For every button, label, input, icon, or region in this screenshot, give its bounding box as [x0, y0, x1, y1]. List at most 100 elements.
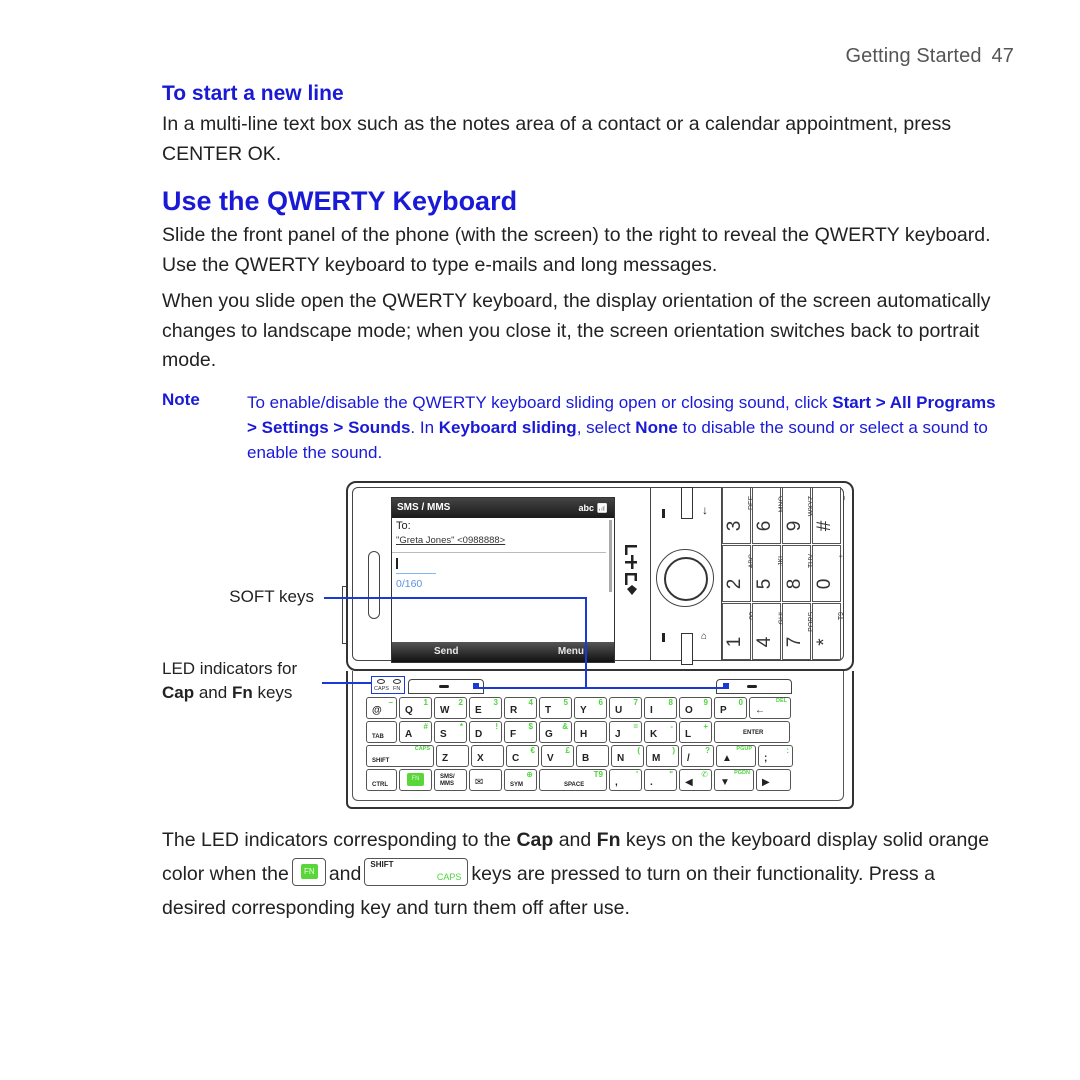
keyboard-key: ENTER [714, 721, 790, 743]
key-function-label: £ [565, 746, 570, 755]
key-function-label: 4 [528, 698, 533, 707]
keyboard-key: K- [644, 721, 677, 743]
key-main-label: D [475, 729, 483, 740]
numpad-digit: 0 [814, 578, 835, 590]
keyboard-key: F $ [504, 721, 537, 743]
fn-led-label: FN [393, 686, 401, 692]
numpad-key: 4GHI [752, 603, 785, 660]
numpad-key: 9WXYZ [782, 487, 815, 544]
keyboard-key: R4 [504, 697, 537, 719]
keyboard-key: Y6 [574, 697, 607, 719]
note-option-none: None [635, 418, 678, 437]
keyboard-key: @ – [366, 697, 397, 719]
key-function-label: PGUP [736, 746, 752, 752]
key-main-label: B [582, 753, 590, 764]
key-function-label: * [459, 722, 463, 731]
key-function-label: ! [495, 722, 498, 731]
fn-key-label: FN [300, 863, 318, 879]
numpad-key: 2ABC [722, 545, 755, 602]
key-function-label: # [423, 722, 428, 731]
shift-key-icon: SHIFT CAPS [364, 857, 469, 886]
softkey-bar: Send Menu [392, 642, 614, 662]
note-setting-name: Keyboard sliding [438, 418, 577, 437]
input-mode-indicator: abc 📶︎ [579, 498, 608, 518]
keyboard-key: , ' [609, 769, 642, 791]
keyboard-key: U7 [609, 697, 642, 719]
keyboard-key: . " [644, 769, 677, 791]
home-icon: ⌂ [701, 631, 708, 642]
callout-cap: Cap [162, 683, 195, 702]
key-function-label: 0 [738, 698, 743, 707]
fn-key-icon: FN [291, 857, 326, 886]
key-function-label: ? [705, 746, 710, 755]
numpad-letters: T9 [838, 612, 845, 621]
keyboard-key: P0 [714, 697, 747, 719]
key-main-label: K [650, 729, 658, 740]
key-function-label: ' [636, 770, 638, 779]
closing-fn: Fn [596, 829, 621, 851]
running-header: Getting Started 47 [846, 45, 1014, 68]
keyboard-key: ;: [758, 745, 793, 767]
keyboard-key: ← DEL [749, 697, 791, 719]
numpad-digit: * [814, 638, 835, 646]
numpad-letters: _ [838, 496, 845, 500]
signal-icon: 📶︎ [596, 503, 608, 513]
keyboard-key: A # [399, 721, 432, 743]
keyboard-key: M) [646, 745, 679, 767]
softkey-send: Send [434, 646, 459, 657]
key-main-label: G [545, 729, 553, 740]
center-ok-button [664, 557, 708, 601]
numpad-digit: 7 [784, 636, 805, 648]
keyboard-key: ▶ [756, 769, 791, 791]
fn-led [393, 679, 401, 684]
numpad-key: 3DEF [722, 487, 755, 544]
callout-text: keys [252, 683, 293, 702]
to-label: To: [396, 520, 411, 532]
key-main-label: C [512, 753, 520, 764]
key-main-label: Y [580, 705, 587, 716]
character-count: 0/160 [396, 578, 423, 590]
key-main-label: SPACE [564, 782, 585, 788]
keyboard-key: S * [434, 721, 467, 743]
keyboard-key: ▼ PGDN [714, 769, 754, 791]
numpad-letters: + [838, 554, 845, 559]
key-function-label: 3 [493, 698, 498, 707]
key-function-label: – [388, 698, 393, 707]
keyboard-key: ✉ [469, 769, 502, 791]
keyboard-key: N( [611, 745, 644, 767]
key-main-label: @ [372, 705, 382, 716]
note-label: Note [162, 390, 200, 409]
key-main-label: V [547, 753, 554, 764]
key-function-label: DEL [776, 698, 787, 704]
subheading-new-line: To start a new line [162, 82, 344, 105]
talk-key [681, 487, 693, 519]
soft-key-mark [747, 685, 757, 688]
left-softkey-mark [662, 633, 665, 642]
key-main-label: I [650, 705, 653, 716]
key-main-label: ▲ [722, 753, 732, 764]
closing-cap: Cap [516, 829, 554, 851]
soft-key-mark [439, 685, 449, 688]
keyboard-key: T5 [539, 697, 572, 719]
fn-key-label: FN [407, 773, 424, 786]
numpad-digit: 8 [784, 578, 805, 590]
key-main-label: M [652, 753, 661, 764]
key-main-label: ENTER [743, 730, 764, 736]
numpad-digit: 3 [724, 520, 745, 532]
numpad-key: 8TUV [782, 545, 815, 602]
keyboard-key: TAB [366, 721, 397, 743]
keyboard-key: G & [539, 721, 572, 743]
key-main-label: ▼ [720, 777, 730, 788]
earpiece [368, 551, 380, 619]
numpad-key: 0 + [812, 545, 845, 602]
softkey-menu: Menu [557, 646, 584, 657]
led-indicators: CAPS FN [371, 676, 405, 694]
numeric-keypad: 3DEF6MNO9WXYZ#_2ABC5JKL8TUV0+1oo4GHI7PQR… [722, 487, 845, 661]
qwerty-paragraph-2: When you slide open the QWERTY keyboard,… [162, 290, 991, 371]
numpad-key: 5JKL [752, 545, 785, 602]
key-main-label: ◀ [685, 777, 693, 788]
numpad-digit: 9 [784, 520, 805, 532]
keyboard-key: H [574, 721, 607, 743]
keyboard-key: Z [436, 745, 469, 767]
note-text: , select [576, 418, 636, 437]
